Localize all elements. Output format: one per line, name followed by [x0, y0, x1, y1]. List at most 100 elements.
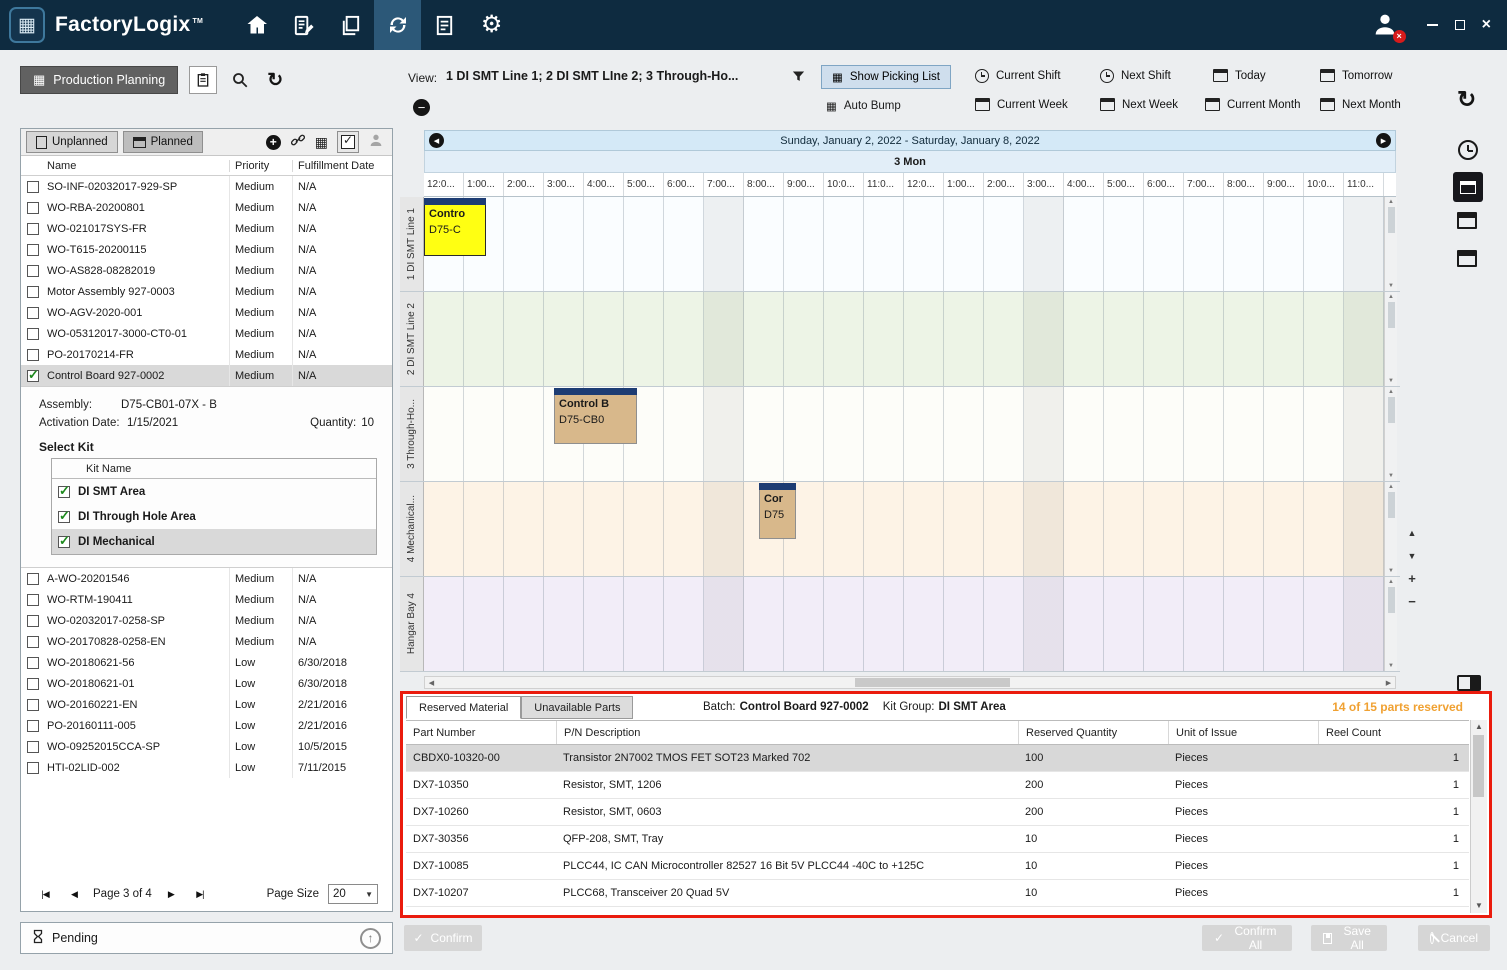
gantt-block-mechanical[interactable]: CorD75 — [759, 483, 796, 539]
page-size-select[interactable]: 20 ▼ — [328, 884, 378, 904]
kit-row[interactable]: DI Mechanical — [52, 529, 376, 554]
confirm-button[interactable]: ✓ Confirm — [404, 925, 482, 951]
table-row[interactable]: WO-02032017-0258-SP Medium N/A — [21, 610, 392, 631]
column-priority[interactable]: Priority — [229, 160, 292, 172]
scheduling-icon[interactable] — [374, 0, 421, 50]
table-row[interactable]: WO-20180621-56 Low 6/30/2018 — [21, 652, 392, 673]
order-checkbox[interactable] — [27, 636, 39, 648]
search-icon[interactable] — [228, 71, 252, 89]
scroll-right-icon[interactable]: ▶ — [1376, 133, 1391, 148]
gantt-row-hangar-bay-4[interactable]: Hangar Bay 4 ▲▼ — [400, 577, 1400, 672]
link-icon[interactable] — [290, 132, 306, 153]
row-scrollbar[interactable]: ▲▼ — [1384, 577, 1397, 671]
month-view-icon[interactable] — [1457, 250, 1477, 267]
order-checkbox[interactable] — [27, 223, 39, 235]
filter-funnel-icon[interactable] — [791, 69, 806, 89]
table-row[interactable]: HTI-02LID-002 Low 7/11/2015 — [21, 757, 392, 778]
order-checkbox[interactable] — [27, 699, 39, 711]
tomorrow-button[interactable]: Tomorrow — [1320, 69, 1392, 82]
current-month-button[interactable]: Current Month — [1205, 98, 1301, 111]
table-row[interactable]: WO-RBA-20200801 Medium N/A — [21, 197, 392, 218]
refresh-icon[interactable]: ↻ — [263, 69, 287, 92]
gantt-row-mechanical[interactable]: 4 Mechanical... ▲▼ — [400, 482, 1400, 577]
order-checkbox[interactable] — [27, 594, 39, 606]
kit-grid-icon[interactable]: ▦ — [315, 135, 328, 149]
last-page-button[interactable]: ▶| — [190, 885, 210, 903]
row-scrollbar[interactable]: ▲▼ — [1384, 197, 1397, 291]
minimize-button[interactable] — [1427, 24, 1438, 26]
kit-row[interactable]: DI Through Hole Area — [52, 504, 376, 529]
home-icon[interactable] — [233, 0, 280, 50]
gantt-row-through-hole[interactable]: 3 Through-Ho... ▲▼ — [400, 387, 1400, 482]
table-row[interactable]: DX7-10350 Resistor, SMT, 1206 200 Pieces… — [406, 772, 1469, 799]
table-row[interactable]: WO-021017SYS-FR Medium N/A — [21, 218, 392, 239]
gantt-horizontal-scrollbar[interactable]: ◀ ▶ — [424, 676, 1396, 689]
user-profile-icon[interactable]: × — [1371, 10, 1401, 40]
table-row[interactable]: PO-20170214-FR Medium N/A — [21, 344, 392, 365]
table-row[interactable]: DX7-30356 QFP-208, SMT, Tray 10 Pieces 1 — [406, 826, 1469, 853]
table-row[interactable]: WO-AS828-08282019 Medium N/A — [21, 260, 392, 281]
gantt-block-selected[interactable]: ControD75-C — [424, 198, 486, 256]
kit-checkbox[interactable] — [58, 536, 70, 548]
next-page-button[interactable]: ▶ — [161, 885, 181, 903]
prev-page-button[interactable]: ◀ — [64, 885, 84, 903]
order-checkbox[interactable] — [27, 349, 39, 361]
table-row[interactable]: PO-20160111-005 Low 2/21/2016 — [21, 715, 392, 736]
collapse-up-icon[interactable]: ↑ — [360, 928, 381, 949]
row-scrollbar[interactable]: ▲▼ — [1384, 387, 1397, 481]
table-row[interactable]: WO-RTM-190411 Medium N/A — [21, 589, 392, 610]
order-checkbox[interactable] — [27, 741, 39, 753]
order-checkbox[interactable] — [27, 615, 39, 627]
tab-reserved-material[interactable]: Reserved Material — [406, 696, 521, 719]
table-row[interactable]: DX7-10260 Resistor, SMT, 0603 200 Pieces… — [406, 799, 1469, 826]
order-checkbox[interactable] — [27, 657, 39, 669]
column-reserved-quantity[interactable]: Reserved Quantity — [1018, 721, 1168, 744]
tab-planned[interactable]: Planned — [123, 131, 203, 153]
table-row[interactable]: WO-20160221-EN Low 2/21/2016 — [21, 694, 392, 715]
tab-unavailable-parts[interactable]: Unavailable Parts — [521, 696, 633, 719]
current-shift-button[interactable]: Current Shift — [975, 69, 1061, 83]
production-planning-button[interactable]: ▦ Production Planning — [20, 66, 178, 94]
scroll-right-icon[interactable]: ▶ — [1382, 677, 1395, 688]
table-row[interactable]: WO-05312017-3000-CT0-01 Medium N/A — [21, 323, 392, 344]
shift-view-clock-icon[interactable] — [1458, 140, 1478, 160]
scroll-left-icon[interactable]: ◀ — [429, 133, 444, 148]
zoom-out-icon[interactable]: − — [1408, 597, 1416, 607]
order-checkbox[interactable] — [27, 181, 39, 193]
gantt-row-smt-line-1[interactable]: 1 DI SMT Line 1 ▲▼ — [400, 197, 1400, 292]
batch-clipboard-button[interactable] — [189, 66, 217, 94]
today-button[interactable]: Today — [1213, 69, 1266, 82]
table-row[interactable]: DX7-10085 PLCC44, IC CAN Microcontroller… — [406, 853, 1469, 880]
order-checkbox[interactable] — [27, 265, 39, 277]
confirm-all-button[interactable]: ✓ Confirm All — [1202, 925, 1292, 951]
column-description[interactable]: P/N Description — [556, 721, 1018, 744]
next-month-button[interactable]: Next Month — [1320, 98, 1401, 111]
add-order-icon[interactable]: + — [266, 135, 281, 150]
close-button[interactable]: × — [1482, 17, 1491, 33]
select-mode-icon[interactable] — [337, 131, 359, 153]
order-checkbox[interactable] — [27, 678, 39, 690]
table-row[interactable]: Motor Assembly 927-0003 Medium N/A — [21, 281, 392, 302]
column-name[interactable]: Name — [21, 160, 229, 172]
week-view-icon[interactable] — [1457, 212, 1477, 229]
gantt-zoom-controls[interactable]: ▲ ▼ + − — [1404, 528, 1420, 608]
next-week-button[interactable]: Next Week — [1100, 98, 1178, 111]
table-row[interactable]: A-WO-20201546 Medium N/A — [21, 568, 392, 589]
order-checkbox[interactable] — [27, 202, 39, 214]
day-view-icon[interactable] — [1453, 172, 1483, 202]
scroll-bottom-icon[interactable]: ▼ — [1408, 551, 1417, 561]
order-checkbox[interactable] — [27, 286, 39, 298]
kit-checkbox[interactable] — [58, 486, 70, 498]
column-unit-of-issue[interactable]: Unit of Issue — [1168, 721, 1318, 744]
data-entry-icon[interactable] — [280, 0, 327, 50]
order-checkbox[interactable] — [27, 720, 39, 732]
tab-unplanned[interactable]: Unplanned — [26, 131, 118, 153]
next-shift-button[interactable]: Next Shift — [1100, 69, 1171, 83]
show-picking-list-button[interactable]: ▦ Show Picking List — [821, 65, 951, 89]
maximize-button[interactable] — [1455, 20, 1465, 30]
kit-checkbox[interactable] — [58, 511, 70, 523]
table-row[interactable]: WO-20170828-0258-EN Medium N/A — [21, 631, 392, 652]
save-all-button[interactable]: Save All — [1311, 925, 1387, 951]
gantt-row-smt-line-2[interactable]: 2 DI SMT Line 2 ▲▼ — [400, 292, 1400, 387]
current-week-button[interactable]: Current Week — [975, 98, 1068, 111]
